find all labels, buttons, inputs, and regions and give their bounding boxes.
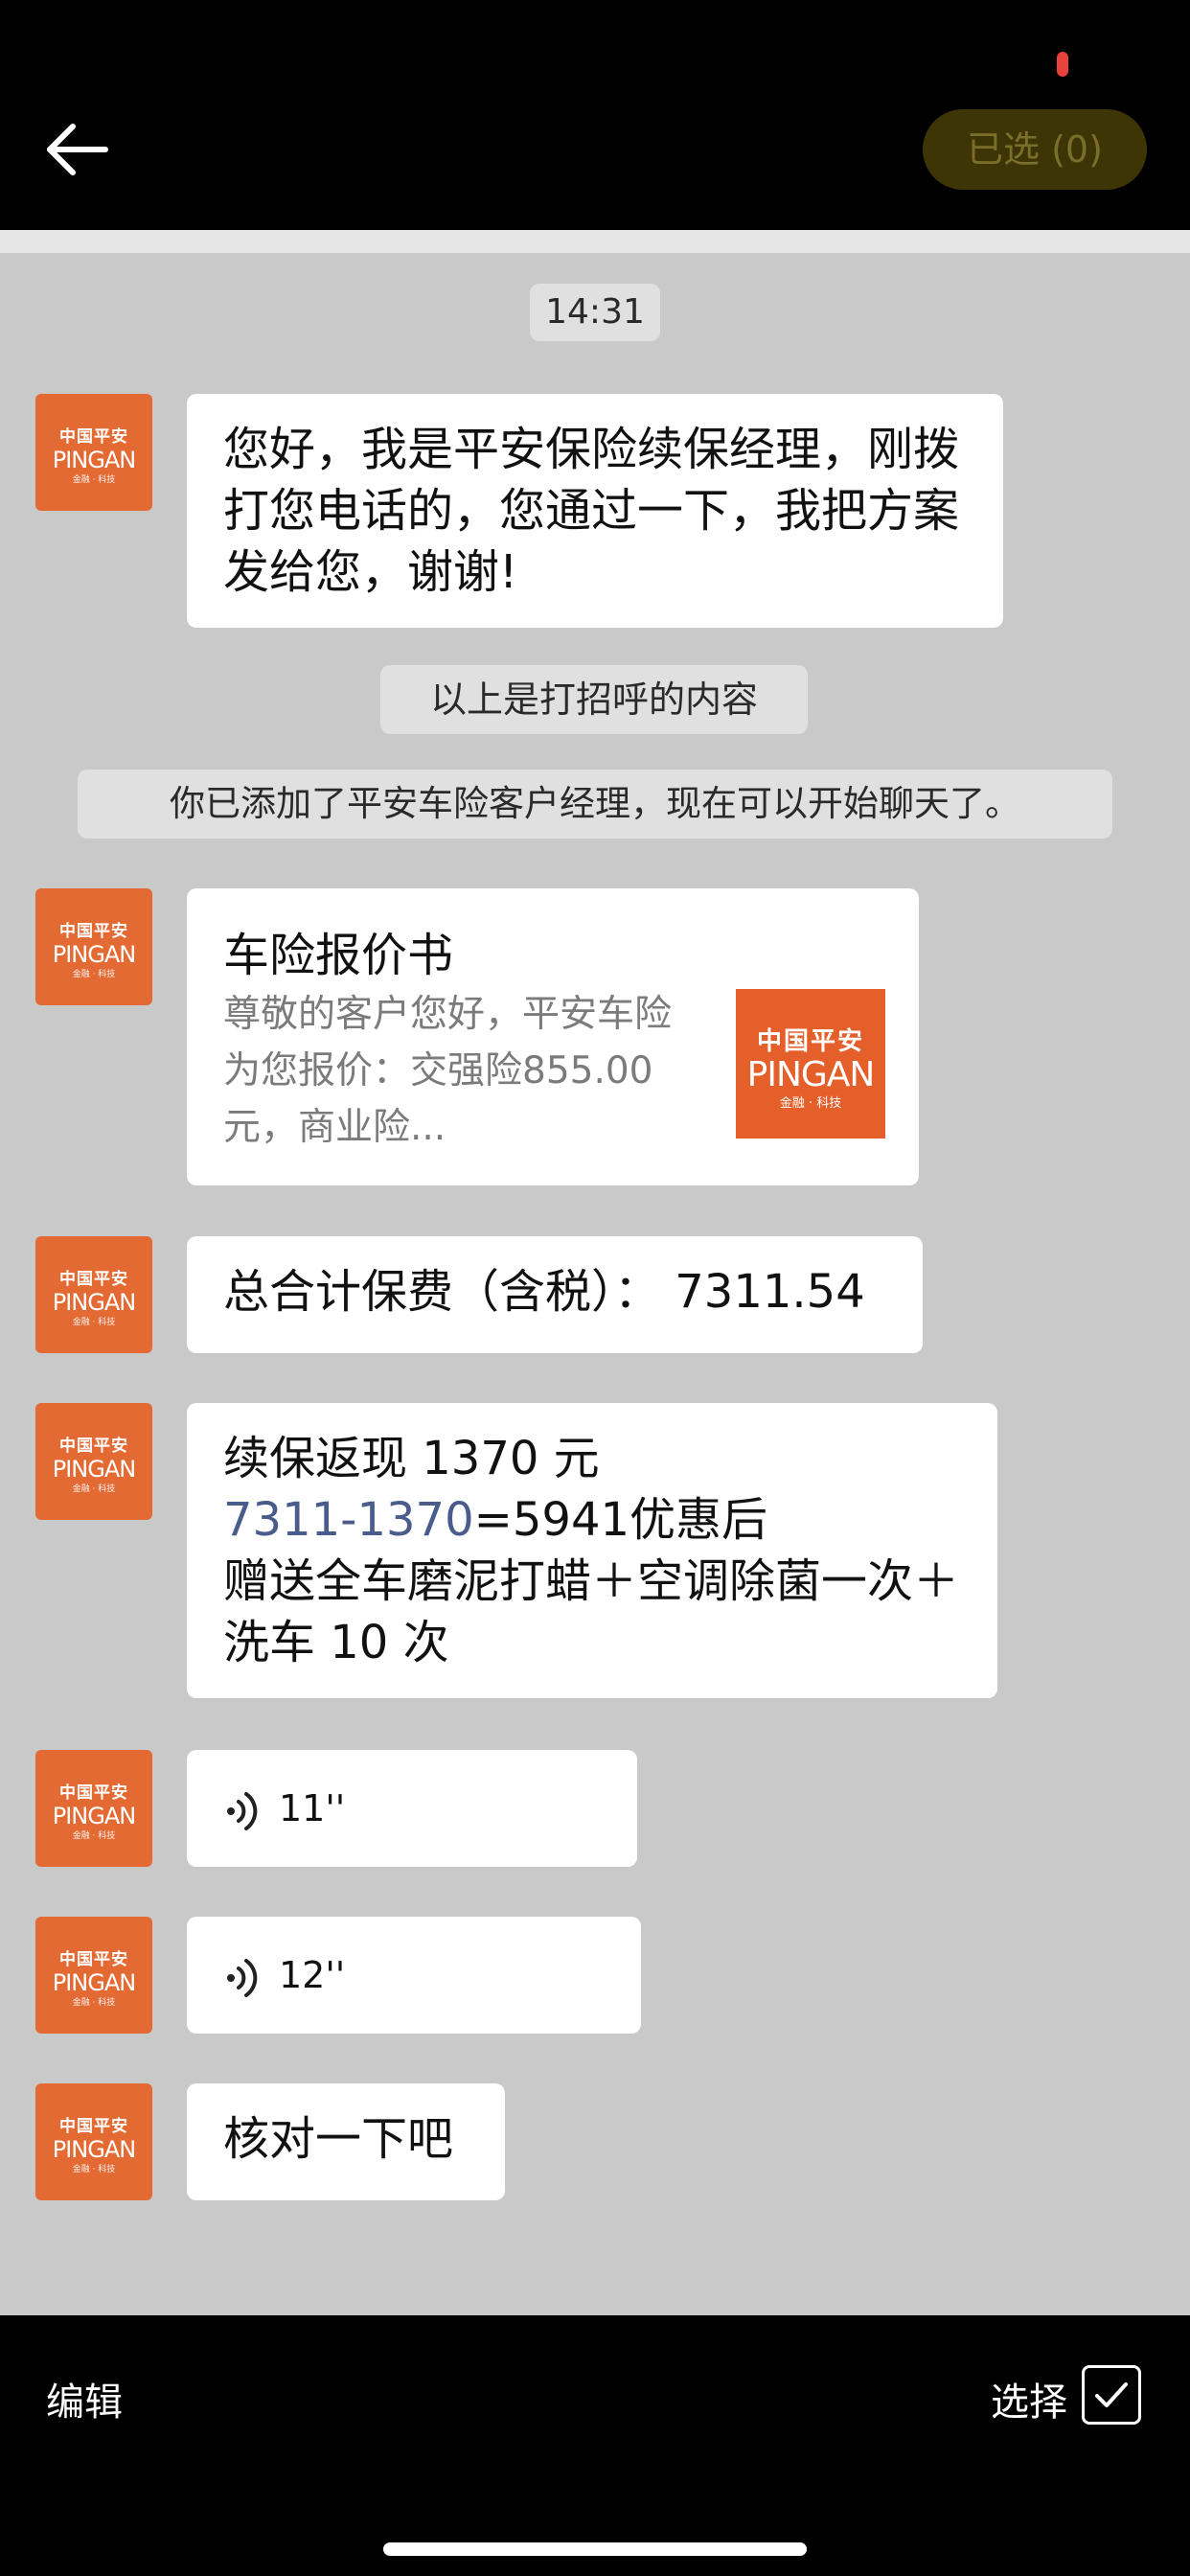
system-note-greeting: 以上是打招呼的内容 <box>380 665 808 734</box>
back-arrow-icon[interactable] <box>42 115 111 184</box>
phone-number-link[interactable]: 7311-1370 <box>223 1493 474 1547</box>
greeting-message-bubble[interactable]: 您好，我是平安保险续保经理，刚拨打您电话的，您通过一下，我把方案发给您，谢谢! <box>187 394 1003 628</box>
chat-top-divider <box>0 230 1190 253</box>
voice-duration: 12'' <box>279 1954 346 1996</box>
voice-wave-icon <box>227 1791 258 1830</box>
checkmark-icon <box>1095 2382 1128 2407</box>
card-title: 车险报价书 <box>223 929 454 982</box>
quote-card-message[interactable]: 车险报价书 尊敬的客户您好，平安车险为您报价：交强险855.00元，商业险...… <box>187 888 919 1185</box>
avatar[interactable]: 中国平安 PINGAN 金融 · 科技 <box>35 1917 152 2034</box>
avatar[interactable]: 中国平安 PINGAN 金融 · 科技 <box>35 2083 152 2200</box>
avatar[interactable]: 中国平安 PINGAN 金融 · 科技 <box>35 1236 152 1353</box>
select-checkbox[interactable] <box>1082 2365 1141 2425</box>
selected-count-button[interactable]: 已选 (0) <box>923 109 1147 190</box>
voice-message-2[interactable]: 12'' <box>187 1917 641 2034</box>
cashback-message-bubble[interactable]: 续保返现 1370 元 7311-1370=5941优惠后 赠送全车磨泥打蜡＋空… <box>187 1403 997 1698</box>
card-description: 尊敬的客户您好，平安车险为您报价：交强险855.00元，商业险... <box>223 993 673 1149</box>
cashback-line-1: 续保返现 1370 元 <box>223 1432 600 1485</box>
system-note-contact-added: 你已添加了平安车险客户经理，现在可以开始聊天了。 <box>78 770 1112 839</box>
avatar[interactable]: 中国平安 PINGAN 金融 · 科技 <box>35 888 152 1005</box>
message-timestamp: 14:31 <box>530 284 660 341</box>
edit-button[interactable]: 编辑 <box>46 2371 123 2426</box>
cashback-line-2: 7311-1370=5941优惠后 <box>223 1493 768 1547</box>
top-bar: 已选 (0) <box>0 0 1190 230</box>
pingan-logo-thumbnail: 中国平安 PINGAN 金融 · 科技 <box>736 989 885 1138</box>
recording-indicator-dot <box>1057 52 1068 77</box>
voice-wave-icon <box>227 1958 258 1997</box>
bottom-toolbar: 编辑 选择 <box>0 2315 1190 2576</box>
home-indicator <box>383 2542 807 2556</box>
voice-message-1[interactable]: 11'' <box>187 1750 637 1867</box>
last-message-bubble[interactable]: 核对一下吧 <box>187 2083 505 2200</box>
avatar[interactable]: 中国平安 PINGAN 金融 · 科技 <box>35 394 152 511</box>
cashback-line-3: 赠送全车磨泥打蜡＋空调除菌一次＋洗车 10 次 <box>223 1554 960 1669</box>
voice-duration: 11'' <box>279 1787 346 1829</box>
avatar[interactable]: 中国平安 PINGAN 金融 · 科技 <box>35 1403 152 1520</box>
chat-area[interactable]: 14:31 中国平安 PINGAN 金融 · 科技 您好，我是平安保险续保经理，… <box>0 230 1190 2315</box>
total-premium-message[interactable]: 总合计保费（含税）： 7311.54 <box>187 1236 923 1353</box>
select-label[interactable]: 选择 <box>991 2371 1067 2426</box>
avatar[interactable]: 中国平安 PINGAN 金融 · 科技 <box>35 1750 152 1867</box>
